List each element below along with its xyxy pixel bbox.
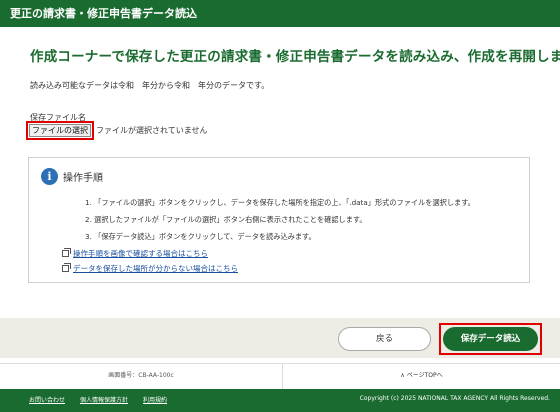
instructions-panel: i 操作手順 1. 「ファイルの選択」ボタンをクリックし、データを保存した場所を…: [28, 157, 530, 283]
file-select-button[interactable]: ファイルの選択: [29, 124, 91, 137]
external-window-icon: [62, 263, 71, 272]
load-saved-data-button[interactable]: 保存データ読込: [443, 327, 538, 351]
copyright-text: Copyright (c) 2025 NATIONAL TAX AGENCY A…: [359, 395, 550, 402]
footer-link-terms[interactable]: 利用規約: [143, 395, 167, 404]
file-select-highlight: ファイルの選択: [26, 121, 94, 140]
step-item: 2. 選択したファイルが「ファイルの選択」ボタン右側に表示されたことを確認します…: [85, 215, 367, 224]
instructions-title: 操作手順: [63, 173, 103, 184]
step-item: 1. 「ファイルの選択」ボタンをクリックし、データを保存した場所を指定の上、「.…: [85, 198, 475, 207]
footer-link-privacy[interactable]: 個人情報保護方針: [80, 395, 128, 404]
external-window-icon: [62, 248, 71, 257]
help-link-label[interactable]: 操作手順を画像で確認する場合はこちら: [73, 248, 208, 259]
step-item: 3. 「保存データ読込」ボタンをクリックして、データを読み込みます。: [85, 232, 316, 241]
instructions-header: i 操作手順: [41, 168, 103, 185]
file-status-text: ファイルが選択されていません: [96, 126, 208, 135]
help-links: 操作手順を画像で確認する場合はこちら データを保存した場所が分からない場合はこち…: [62, 246, 238, 276]
footer-link-contact[interactable]: お問い合わせ: [29, 395, 65, 404]
instructions-steps: 1. 「ファイルの選択」ボタンをクリックし、データを保存した場所を指定の上、「.…: [85, 194, 475, 245]
readable-years-note: 読み込み可能なデータは令和 年分から令和 年分のデータです。: [30, 81, 270, 90]
screen-number: 画面番号：CB-AA-100c: [0, 363, 283, 389]
help-link-label[interactable]: データを保存した場所が分からない場合はこちら: [73, 263, 238, 274]
back-button[interactable]: 戻る: [338, 327, 431, 351]
window-title: 更正の請求書・修正申告書データ読込: [0, 0, 560, 27]
footer-links: お問い合わせ 個人情報保護方針 利用規約: [29, 395, 182, 404]
info-icon: i: [41, 168, 58, 185]
help-link-images[interactable]: 操作手順を画像で確認する場合はこちら: [62, 246, 238, 261]
page-heading: 作成コーナーで保存した更正の請求書・修正申告書データを読み込み、作成を再開します: [30, 49, 560, 65]
page-top-link[interactable]: ∧ ページTOPへ: [283, 363, 560, 389]
file-chooser: ファイルの選択 ファイルが選択されていません: [26, 121, 208, 140]
help-link-save-location[interactable]: データを保存した場所が分からない場合はこちら: [62, 261, 238, 276]
